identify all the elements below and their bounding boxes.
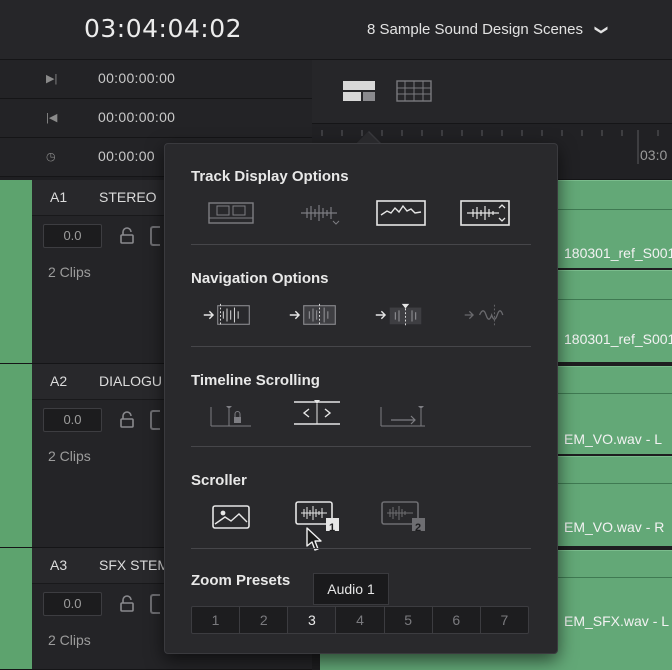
bracket-icon [150, 226, 160, 246]
ruler-timecode: 03:0 [640, 147, 668, 163]
scroller-badge-2: 2 [415, 522, 422, 534]
page-scroll-option[interactable] [291, 398, 343, 428]
clip-count: 2 Clips [48, 632, 91, 648]
lock-icon[interactable] [118, 227, 136, 245]
bracket-icon [150, 410, 160, 430]
zoom-preset-1[interactable]: 1 [192, 607, 241, 633]
bracket-icon [150, 594, 160, 614]
track-name[interactable]: SFX STEM [99, 557, 169, 573]
jump-to-playhead-option[interactable] [201, 300, 253, 330]
track-color-strip [0, 180, 32, 363]
track-name[interactable]: DIALOGU [99, 373, 162, 389]
timeline-selector[interactable]: 8 Sample Sound Design Scenes [367, 21, 583, 38]
scroller-title: Scroller [191, 472, 247, 489]
track-display-options-title: Track Display Options [191, 168, 349, 185]
scroller-badge-1: 1 [329, 522, 336, 534]
grid-view-icon[interactable] [396, 80, 432, 102]
timecode-row-in[interactable]: ▶| 00:00:00:00 [0, 60, 312, 99]
clip-label: 180301_ref_S001 [564, 331, 672, 347]
expand-waveform-track-option[interactable] [459, 198, 511, 228]
zoom-preset-6[interactable]: 6 [433, 607, 481, 633]
zoom-preset-2[interactable]: 2 [240, 607, 289, 633]
track-color-strip [0, 548, 32, 669]
zoom-preset-3[interactable]: 3 [288, 607, 337, 633]
tooltip: Audio 1 [313, 573, 389, 605]
popup-arrow-fill [357, 132, 379, 143]
zoom-preset-7[interactable]: 7 [481, 607, 528, 633]
duration-timecode: 00:00:00 [98, 148, 155, 164]
section-divider [191, 548, 531, 549]
timeline-view-icon[interactable] [342, 80, 376, 102]
clock-icon: ◷ [46, 151, 56, 163]
smooth-scroll-option[interactable] [377, 402, 429, 432]
audio-2-scroller-option[interactable]: 2 [377, 500, 429, 534]
in-timecode: 00:00:00:00 [98, 70, 176, 86]
navigation-options-title: Navigation Options [191, 270, 329, 287]
clip-label: 180301_ref_S001 [564, 245, 672, 261]
center-playhead-option[interactable] [287, 300, 339, 330]
large-waveform-track-option[interactable] [375, 198, 427, 228]
clip-count: 2 Clips [48, 264, 91, 280]
top-bar: 03:04:04:02 8 Sample Sound Design Scenes… [0, 0, 672, 60]
zoom-preset-5[interactable]: 5 [385, 607, 433, 633]
track-volume-field[interactable]: 0.0 [43, 592, 102, 616]
out-timecode: 00:00:00:00 [98, 109, 176, 125]
track-id: A2 [50, 373, 68, 389]
clip-label: EM_VO.wav - L [564, 431, 663, 447]
timeline-scrolling-title: Timeline Scrolling [191, 372, 320, 389]
track-id: A3 [50, 557, 68, 573]
track-id: A1 [50, 189, 68, 205]
scrub-audio-option[interactable] [461, 300, 513, 330]
lock-icon[interactable] [118, 595, 136, 613]
zoom-preset-4[interactable]: 4 [336, 607, 385, 633]
video-scroller-option[interactable] [205, 502, 257, 532]
track-volume-field[interactable]: 0.0 [43, 224, 102, 248]
zoom-presets-title: Zoom Presets [191, 572, 291, 589]
current-timecode: 03:04:04:02 [84, 14, 243, 43]
clip-count: 2 Clips [48, 448, 91, 464]
in-point-icon: ▶| [46, 73, 58, 85]
no-scroll-option[interactable] [205, 402, 257, 432]
timeline-toolbar [312, 60, 672, 124]
track-color-strip [0, 364, 32, 547]
track-volume-field[interactable]: 0.0 [43, 408, 102, 432]
section-divider [191, 244, 531, 245]
lock-icon[interactable] [118, 411, 136, 429]
out-point-icon: |◀ [46, 112, 58, 124]
timeline-view-options-popup: Track Display Options Navigation Options… [164, 132, 558, 654]
zoom-presets-bar: 1 2 3 4 5 6 7 [191, 606, 529, 634]
playhead-marker-option[interactable] [373, 300, 425, 330]
chevron-down-icon[interactable]: ❯ [593, 25, 609, 36]
section-divider [191, 346, 531, 347]
video-thumbnail-track-option[interactable] [205, 198, 257, 228]
clip-label: EM_VO.wav - R [564, 519, 665, 535]
timecode-row-out[interactable]: |◀ 00:00:00:00 [0, 99, 312, 138]
waveform-track-option[interactable] [293, 198, 345, 228]
section-divider [191, 446, 531, 447]
clip-label: EM_SFX.wav - L [564, 613, 670, 629]
track-name[interactable]: STEREO [99, 189, 157, 205]
